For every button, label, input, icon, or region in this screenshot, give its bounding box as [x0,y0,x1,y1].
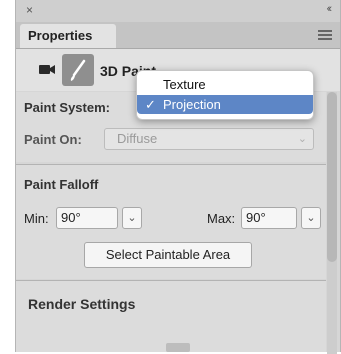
collapse-icon[interactable]: ‹‹ [327,3,333,15]
tab-bar: Properties [16,22,340,49]
min-angle-dropdown[interactable]: ⌄ [122,207,142,229]
panel-menu-icon[interactable] [318,30,332,40]
panel-titlebar: × ‹‹ [16,0,340,22]
min-angle-field[interactable]: 90° [56,207,118,229]
max-angle-dropdown[interactable]: ⌄ [301,207,321,229]
paint-brush-button[interactable] [62,54,94,86]
menu-item-projection[interactable]: ✓ Projection [137,95,313,114]
close-icon[interactable]: × [26,3,33,17]
chevron-down-icon: ⌄ [306,212,316,224]
paint-on-select[interactable]: Diffuse ⌄ [104,128,314,150]
paint-falloff-heading: Paint Falloff [24,177,99,192]
tab-properties[interactable]: Properties [20,24,116,48]
max-label: Max: [207,211,236,226]
render-settings-section [16,281,326,352]
menu-item-label: Projection [163,97,221,112]
paint-system-menu: Texture ✓ Projection [136,70,314,120]
menu-item-texture[interactable]: Texture [137,75,313,94]
paint-on-label: Paint On: [24,132,82,147]
min-label: Min: [24,211,49,226]
chevron-down-icon: ⌄ [297,133,307,145]
paintbrush-icon [70,59,86,81]
render-settings-heading: Render Settings [28,296,136,312]
scrollbar-thumb[interactable] [327,92,337,262]
select-paintable-area-button[interactable]: Select Paintable Area [84,242,252,268]
chevron-down-icon: ⌄ [127,212,137,224]
max-angle-field[interactable]: 90° [241,207,297,229]
checkmark-icon: ✓ [145,97,156,112]
paint-system-label: Paint System: [24,100,110,115]
scrollbar[interactable] [327,92,337,354]
camera-icon[interactable] [39,64,55,75]
resize-grip[interactable] [166,343,190,352]
properties-panel: × ‹‹ Properties 3D Paint Paint System: P… [15,0,341,354]
paint-on-value: Diffuse [117,131,158,146]
